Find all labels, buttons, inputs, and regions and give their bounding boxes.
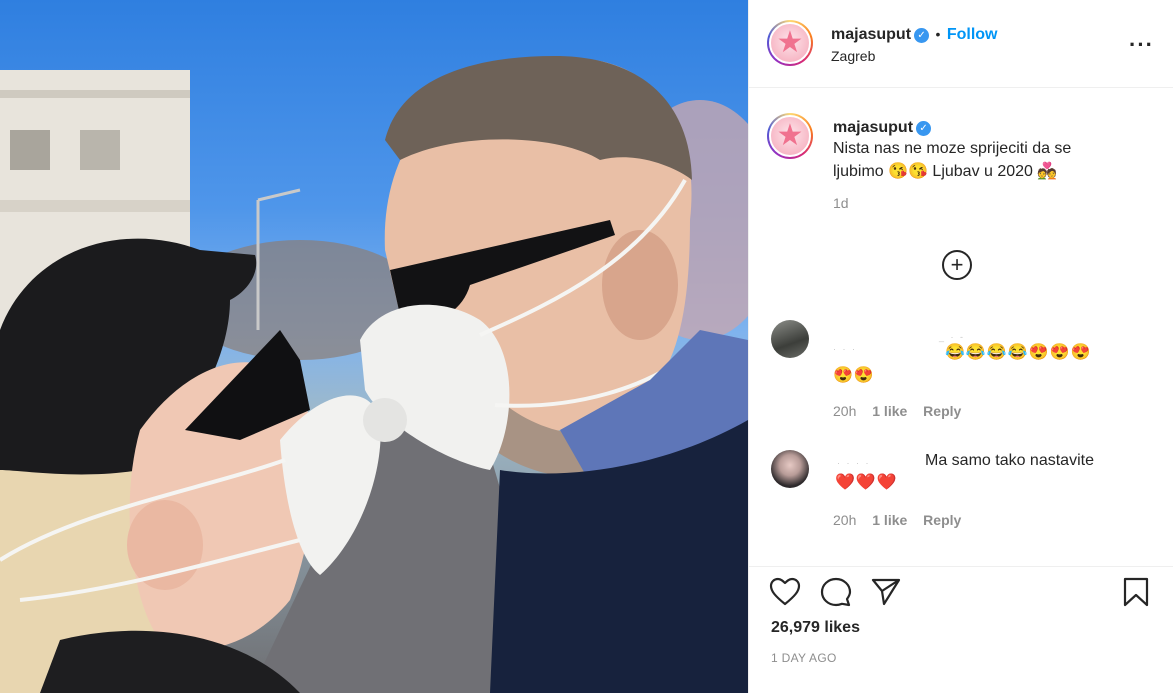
comment-text: 😂😂😂😂😍😍😍 [945, 344, 1092, 361]
comment-time[interactable]: 20h [833, 512, 856, 528]
verified-badge-icon: ✓ [914, 28, 930, 43]
like-heart-icon[interactable] [769, 577, 801, 607]
caption-avatar-image: ★ [769, 115, 811, 157]
caption-line-2: ljubimo 😘😘 Ljubav u 2020 💑 [833, 163, 1058, 180]
more-options-icon[interactable]: ··· [1129, 32, 1154, 58]
follow-button[interactable]: Follow [947, 26, 998, 43]
author-avatar[interactable]: ★ [767, 20, 813, 66]
author-username[interactable]: majasuput [831, 26, 911, 43]
star-icon: ★ [776, 119, 804, 152]
load-more-comments-icon[interactable]: + [942, 250, 972, 280]
post-location[interactable]: Zagreb [831, 48, 875, 64]
share-icon[interactable] [871, 577, 901, 607]
caption-line-1: Nista nas ne moze sprijeciti da se [833, 140, 1072, 157]
comment-icon[interactable] [820, 577, 852, 607]
comment-likes[interactable]: 1 like [872, 403, 907, 419]
verified-badge-icon: ✓ [916, 121, 932, 136]
comment-avatar[interactable] [771, 450, 809, 488]
comment-reply-button[interactable]: Reply [923, 512, 961, 528]
post-header: ★ majasuput ✓ • Follow Zagreb ··· [749, 0, 1173, 88]
comment-emojis: ❤️❤️❤️ [835, 474, 898, 491]
comment-avatar[interactable] [771, 320, 809, 358]
post-actions: 26,979 likes 1 DAY AGO [749, 566, 1173, 693]
caption-username[interactable]: majasuput [833, 119, 913, 136]
comment-reply-button[interactable]: Reply [923, 403, 961, 419]
author-avatar-image: ★ [769, 22, 811, 64]
caption: majasuput ✓ Nista nas ne moze sprijeciti … [833, 119, 1153, 211]
save-bookmark-icon[interactable] [1122, 577, 1150, 607]
caption-avatar[interactable]: ★ [767, 113, 813, 159]
post-sidebar: ★ majasuput ✓ • Follow Zagreb ··· ★ majas… [748, 0, 1173, 693]
post-date[interactable]: 1 DAY AGO [771, 651, 837, 665]
photo-illustration [0, 55, 748, 693]
comment-time[interactable]: 20h [833, 403, 856, 419]
comment-username-hidden: _ · ‐ [939, 332, 966, 342]
star-icon: ★ [776, 26, 804, 59]
comment-username-hidden: · · · · [837, 458, 871, 468]
comment-text: Ma samo tako nastavite [925, 452, 1094, 469]
comment-meta: 20h 1 like Reply [833, 512, 961, 528]
comment-username-hidden: · · · [833, 344, 857, 354]
comment-meta: 20h 1 like Reply [833, 403, 961, 419]
comment-likes[interactable]: 1 like [872, 512, 907, 528]
comment-text-continued: 😍😍 [833, 367, 875, 384]
separator-dot: • [935, 26, 941, 42]
post-photo[interactable] [0, 0, 748, 693]
author-line: majasuput ✓ • Follow [831, 26, 997, 44]
caption-time[interactable]: 1d [833, 195, 1153, 211]
caption-header: majasuput ✓ [833, 119, 1153, 137]
likes-count[interactable]: 26,979 likes [771, 619, 860, 637]
